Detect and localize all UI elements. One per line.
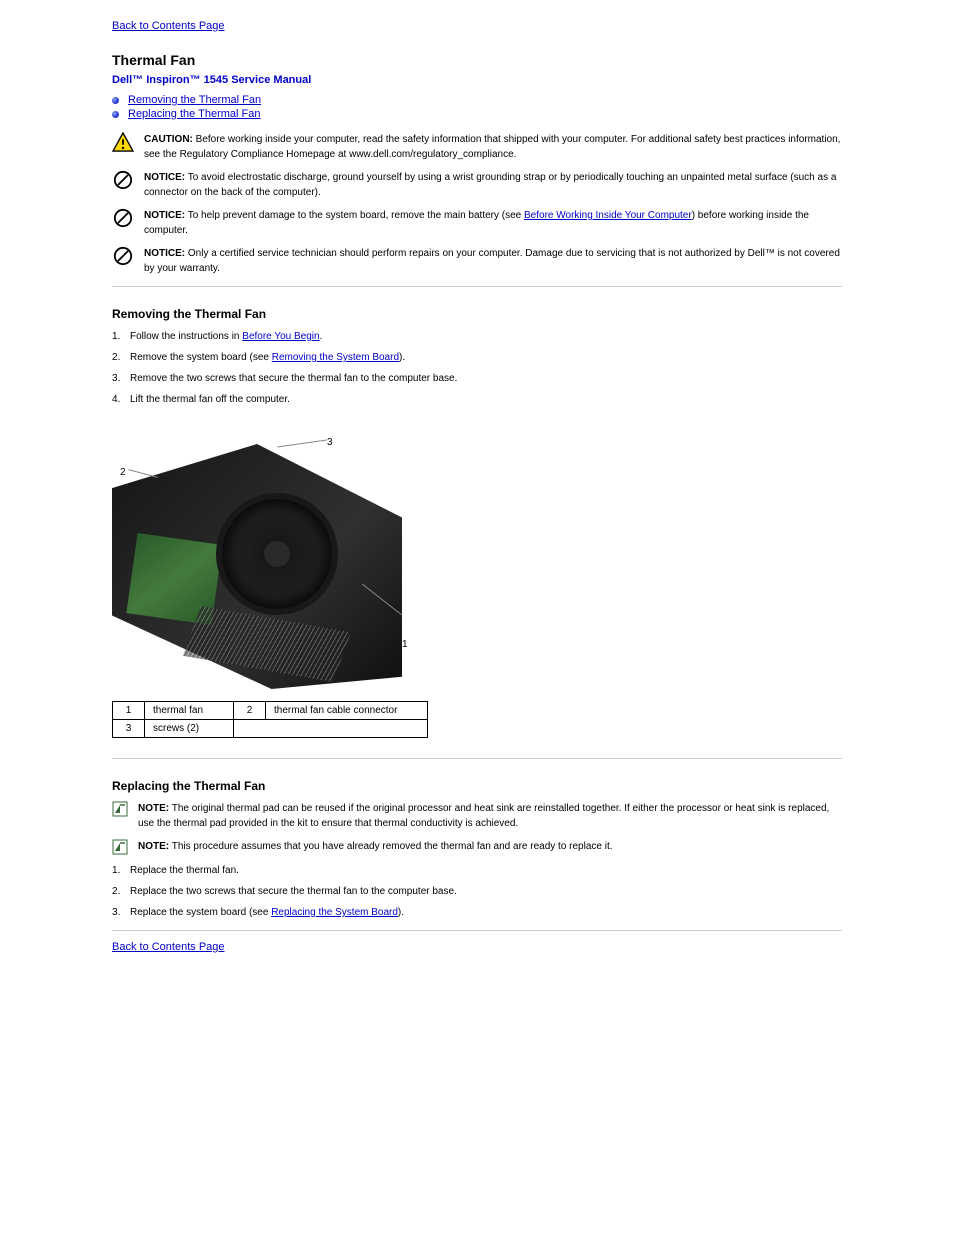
caution-icon [112,132,134,152]
mini-toc: Removing the Thermal Fan Replacing the T… [112,94,842,120]
note-new-fan: NOTE: This procedure assumes that you ha… [138,839,842,854]
remove-steps: Follow the instructions in Before You Be… [112,329,842,407]
section-remove-heading: Removing the Thermal Fan [112,307,842,321]
before-you-begin-link[interactable]: Before You Begin [242,331,319,342]
toc-link-replace[interactable]: Replacing the Thermal Fan [128,108,260,120]
section-replace-heading: Replacing the Thermal Fan [112,779,842,793]
manual-title: Dell™ Inspiron™ 1545 Service Manual [112,74,842,86]
caution-text: CAUTION: Before working inside your comp… [144,132,842,162]
parts-table: 1 thermal fan 2 thermal fan cable connec… [112,701,428,738]
note-original-pad: NOTE: The original thermal pad can be re… [138,801,842,831]
notice-battery-text: NOTICE: To help prevent damage to the sy… [144,208,842,238]
fan-figure: 1 2 3 [112,419,402,689]
notice-tech-text: NOTICE: Only a certified service technic… [144,246,842,276]
note-icon [112,839,128,855]
back-link-bottom[interactable]: Back to Contents Page [112,941,225,953]
replace-steps: Replace the thermal fan. Replace the two… [112,863,842,920]
notice-icon [112,170,134,190]
replace-sysboard-link[interactable]: Replacing the System Board [271,907,398,918]
before-working-link[interactable]: Before Working Inside Your Computer [524,210,692,221]
notice-esd-text: NOTICE: To avoid electrostatic discharge… [144,170,842,200]
remove-sysboard-link[interactable]: Removing the System Board [272,352,399,363]
back-link[interactable]: Back to Contents Page [112,20,225,32]
page-heading: Thermal Fan [112,52,842,68]
toc-link-remove[interactable]: Removing the Thermal Fan [128,94,261,106]
note-icon [112,801,128,817]
notice-icon [112,246,134,266]
notice-icon [112,208,134,228]
